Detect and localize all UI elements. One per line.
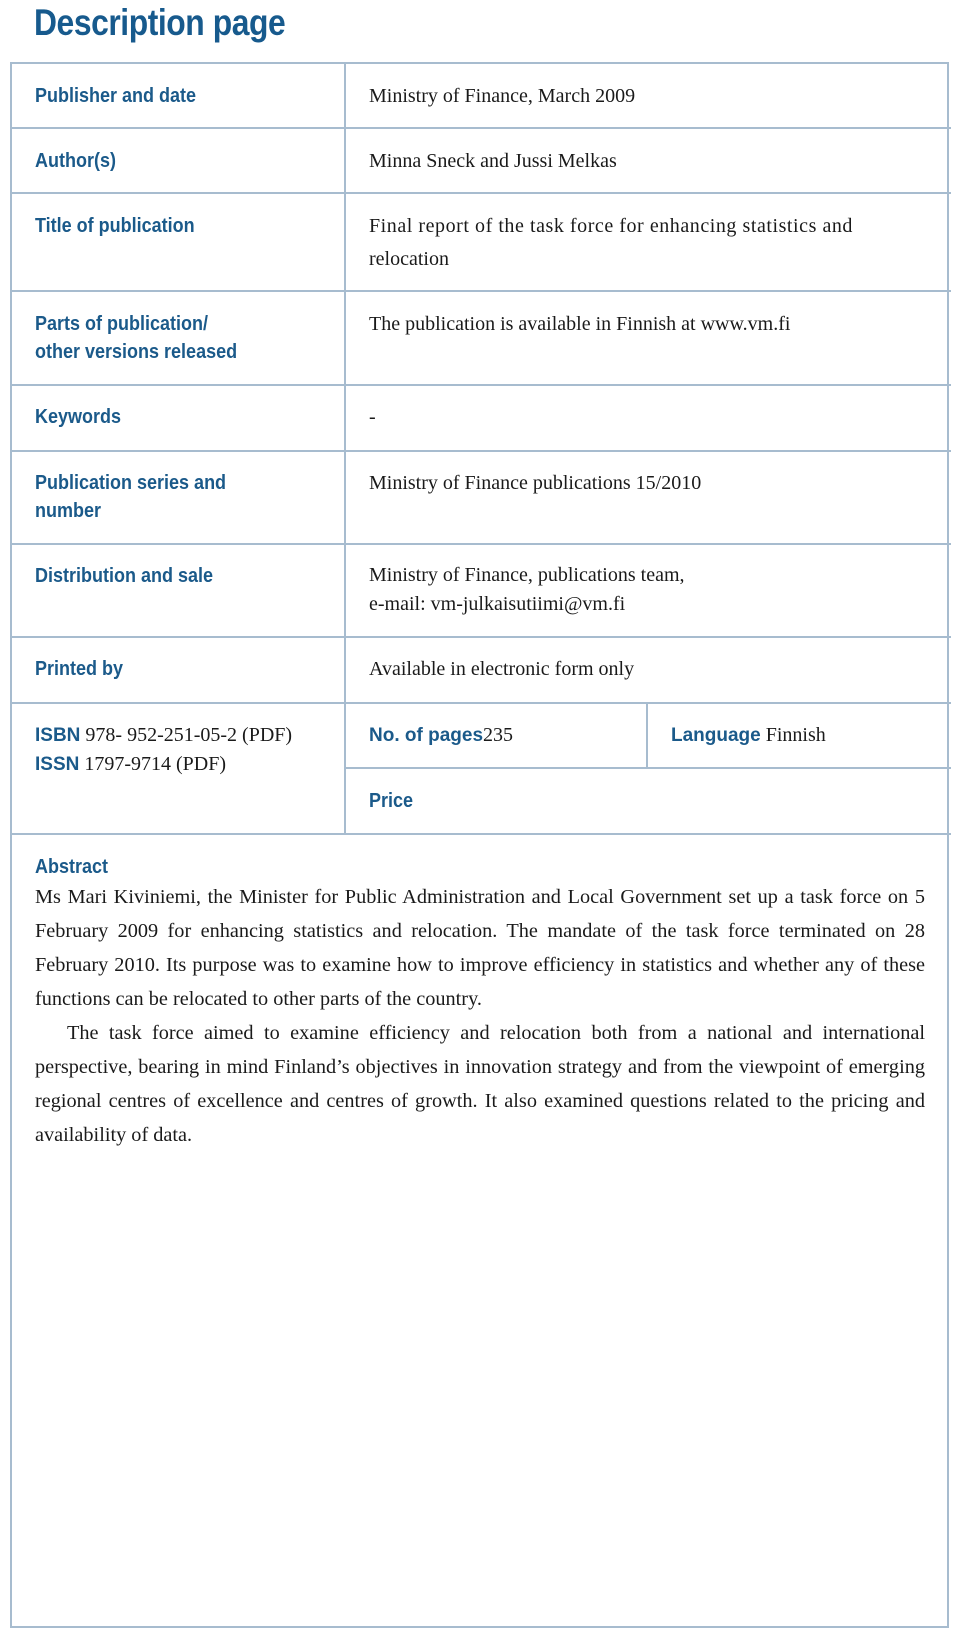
pages-label: No. of pages	[369, 725, 484, 746]
label-parts-line-2: other versions released	[35, 341, 238, 363]
value-keywords: -	[369, 406, 376, 428]
abstract-body: Ms Mari Kiviniemi, the Minister for Publ…	[35, 880, 925, 1152]
row-divider	[10, 127, 951, 129]
language-label: Language	[671, 725, 761, 746]
row-divider	[10, 636, 951, 638]
row-divider	[10, 702, 951, 704]
column-divider	[344, 62, 346, 834]
label-series-line-2: number	[35, 500, 102, 522]
row-divider	[10, 290, 951, 292]
issn-label: ISSN	[35, 754, 80, 775]
price-label: Price	[369, 790, 414, 812]
description-table	[10, 62, 949, 1628]
column-divider	[646, 702, 648, 768]
value-printed-by: Available in electronic form only	[369, 658, 635, 680]
isbn-value: 978- 952-251-05-2 (PDF)	[85, 724, 293, 746]
row-divider	[10, 450, 951, 452]
page-title: Description page	[34, 2, 286, 43]
language: Language Finnish	[671, 719, 826, 752]
label-parts-line-1: Parts of publication/	[35, 313, 209, 335]
row-divider	[10, 192, 951, 194]
label-publisher-date: Publisher and date	[35, 85, 197, 107]
label-keywords: Keywords	[35, 406, 122, 428]
abstract-heading: Abstract	[35, 856, 109, 878]
row-divider	[10, 833, 951, 835]
value-series: Ministry of Finance publications 15/2010	[369, 472, 702, 494]
row-divider	[10, 384, 951, 386]
value-authors: Minna Sneck and Jussi Melkas	[369, 150, 617, 172]
value-title-line-1: Final report of the task force for enhan…	[369, 215, 853, 237]
issn: ISSN 1797-9714 (PDF)	[35, 748, 226, 781]
label-title-of-publication: Title of publication	[35, 215, 195, 237]
value-distribution-line-2: e-mail: vm-julkaisutiimi@vm.fi	[369, 593, 626, 615]
value-publisher-date: Ministry of Finance, March 2009	[369, 85, 636, 107]
abstract-paragraph: The task force aimed to examine efficien…	[35, 1022, 925, 1146]
label-distribution: Distribution and sale	[35, 565, 214, 587]
value-distribution-line-1: Ministry of Finance, publications team,	[369, 564, 685, 586]
label-authors: Author(s)	[35, 150, 116, 172]
isbn-label: ISBN	[35, 725, 81, 746]
label-printed-by: Printed by	[35, 658, 124, 680]
row-divider	[10, 543, 951, 545]
value-title-line-2: relocation	[369, 248, 449, 270]
abstract-paragraph: Ms Mari Kiviniemi, the Minister for Publ…	[35, 886, 925, 1010]
pages-value: 235	[483, 724, 514, 746]
value-parts: The publication is available in Finnish …	[369, 313, 791, 335]
language-value: Finnish	[765, 724, 826, 746]
issn-value: 1797-9714 (PDF)	[84, 753, 227, 775]
number-of-pages: No. of pages235	[369, 719, 513, 752]
label-series-line-1: Publication series and	[35, 472, 227, 494]
